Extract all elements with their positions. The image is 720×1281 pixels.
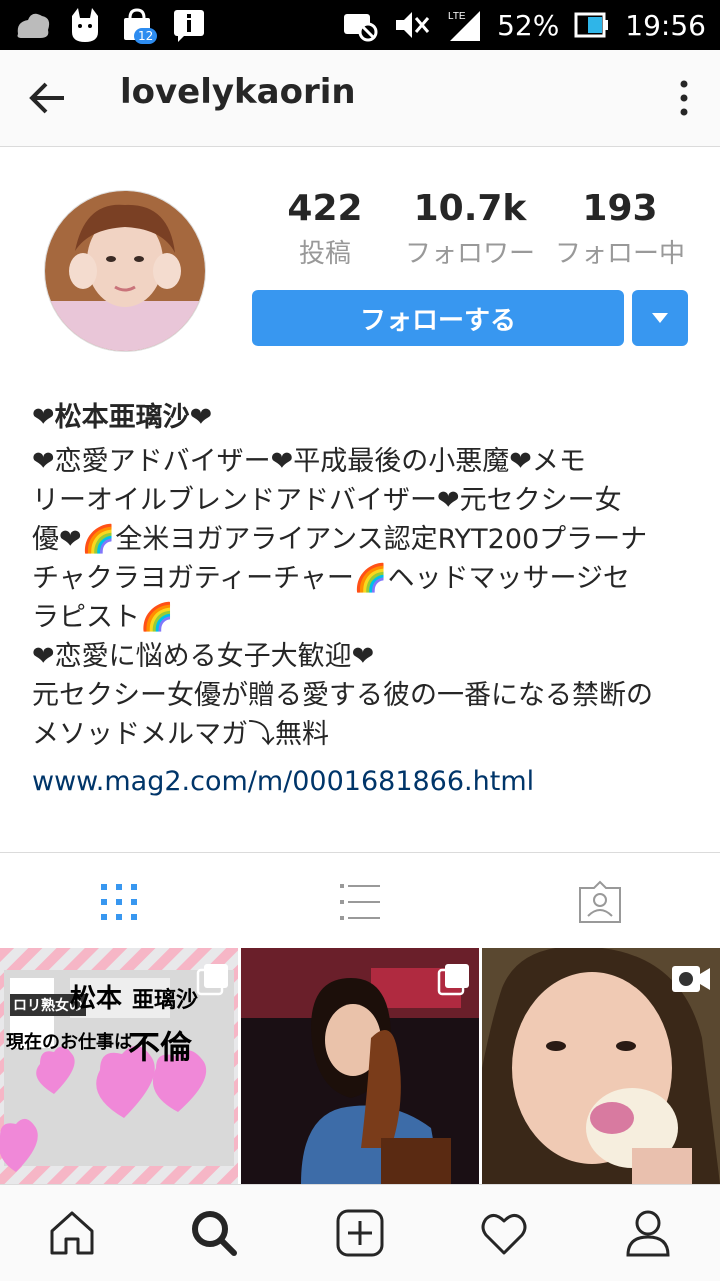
svg-text:LTE: LTE bbox=[448, 11, 466, 22]
bio-line: リーオイルブレンドアドバイザー❤元セクシー女 bbox=[32, 485, 622, 516]
followers-stat[interactable]: 10.7k フォロワー bbox=[390, 188, 550, 270]
follow-button[interactable]: フォローする bbox=[252, 290, 624, 346]
battery-icon bbox=[573, 6, 611, 44]
arrow-left-icon[interactable] bbox=[26, 76, 70, 120]
bio-line: チャクラヨガティーチャー🌈ヘッドマッサージセ bbox=[32, 563, 630, 594]
followers-label: フォロワー bbox=[404, 239, 535, 269]
profile-stats: 422 投稿 10.7k フォロワー 193 フォロー中 bbox=[240, 188, 710, 278]
bio-line: ❤恋愛アドバイザー❤平成最後の小悪魔❤メモ bbox=[32, 446, 586, 477]
post-text: 現在のお仕事は bbox=[6, 1032, 132, 1053]
followers-count: 10.7k bbox=[413, 188, 527, 229]
chevron-down-icon[interactable] bbox=[632, 290, 688, 346]
post-thumbnail[interactable]: ロリ熟女の 松本 亜璃沙 現在のお仕事は 不倫 bbox=[0, 948, 238, 1184]
profile-icon[interactable] bbox=[622, 1207, 674, 1259]
post-thumbnail[interactable] bbox=[482, 948, 720, 1184]
post-text: 松本 bbox=[70, 984, 123, 1014]
posts-stat[interactable]: 422 投稿 bbox=[240, 188, 410, 270]
bio-link[interactable]: www.mag2.com/m/0001681866.html bbox=[32, 762, 692, 801]
bio-line: 優❤🌈全米ヨガアライアンス認定RYT200プラーナ bbox=[32, 524, 648, 555]
following-label: フォロー中 bbox=[554, 239, 685, 269]
profile-tabs bbox=[0, 854, 720, 948]
battery-percent: 52% bbox=[497, 8, 560, 42]
following-count: 193 bbox=[582, 188, 658, 229]
mute-icon bbox=[393, 6, 431, 44]
following-stat[interactable]: 193 フォロー中 bbox=[545, 188, 695, 270]
lte-signal-icon: LTE bbox=[445, 6, 483, 44]
profile-header: lovelykaorin bbox=[0, 50, 720, 147]
dog-icon bbox=[66, 6, 104, 44]
posts-count: 422 bbox=[287, 188, 363, 229]
cloud-icon bbox=[14, 6, 52, 44]
post-thumbnail[interactable] bbox=[241, 948, 479, 1184]
posts-label: 投稿 bbox=[298, 239, 351, 269]
add-icon[interactable] bbox=[334, 1207, 386, 1259]
grid-icon[interactable] bbox=[95, 878, 143, 926]
status-bar-right: LTE 52% 19:56 bbox=[341, 6, 706, 44]
heart-icon[interactable] bbox=[478, 1207, 530, 1259]
carousel-icon bbox=[437, 962, 471, 996]
status-bar: 12 LTE 52% 19:56 bbox=[0, 0, 720, 50]
tagged-icon[interactable] bbox=[576, 878, 624, 926]
home-icon[interactable] bbox=[46, 1207, 98, 1259]
bottom-navigation bbox=[0, 1184, 720, 1281]
bio-line: メソッドメルマガ⤵無料 bbox=[32, 719, 329, 750]
bio-line: ラピスト🌈 bbox=[32, 602, 174, 633]
mail-badge: 12 bbox=[134, 28, 158, 44]
carousel-icon bbox=[196, 962, 230, 996]
post-grid: ロリ熟女の 松本 亜璃沙 現在のお仕事は 不倫 bbox=[0, 948, 720, 1184]
clock: 19:56 bbox=[625, 8, 706, 42]
bio-name: ❤松本亜璃沙❤ bbox=[32, 402, 213, 433]
profile-bio: ❤松本亜璃沙❤ ❤恋愛アドバイザー❤平成最後の小悪魔❤メモ リーオイルブレンドア… bbox=[32, 395, 692, 801]
more-vertical-icon[interactable] bbox=[674, 78, 694, 118]
divider bbox=[0, 852, 720, 853]
search-icon[interactable] bbox=[188, 1207, 240, 1259]
mail-bag-icon: 12 bbox=[118, 6, 158, 44]
no-sim-icon bbox=[341, 6, 379, 44]
info-icon bbox=[170, 6, 208, 44]
bio-line: ❤恋愛に悩める女子大歓迎❤ bbox=[32, 641, 375, 672]
avatar[interactable] bbox=[44, 190, 206, 352]
video-icon bbox=[670, 962, 712, 996]
post-text: 亜璃沙 bbox=[132, 988, 199, 1013]
header-username: lovelykaorin bbox=[120, 72, 356, 112]
post-text: 不倫 bbox=[128, 1028, 193, 1066]
status-bar-left: 12 bbox=[14, 6, 208, 44]
bio-line: 元セクシー女優が贈る愛する彼の一番になる禁断の bbox=[32, 680, 653, 711]
list-icon[interactable] bbox=[336, 878, 384, 926]
